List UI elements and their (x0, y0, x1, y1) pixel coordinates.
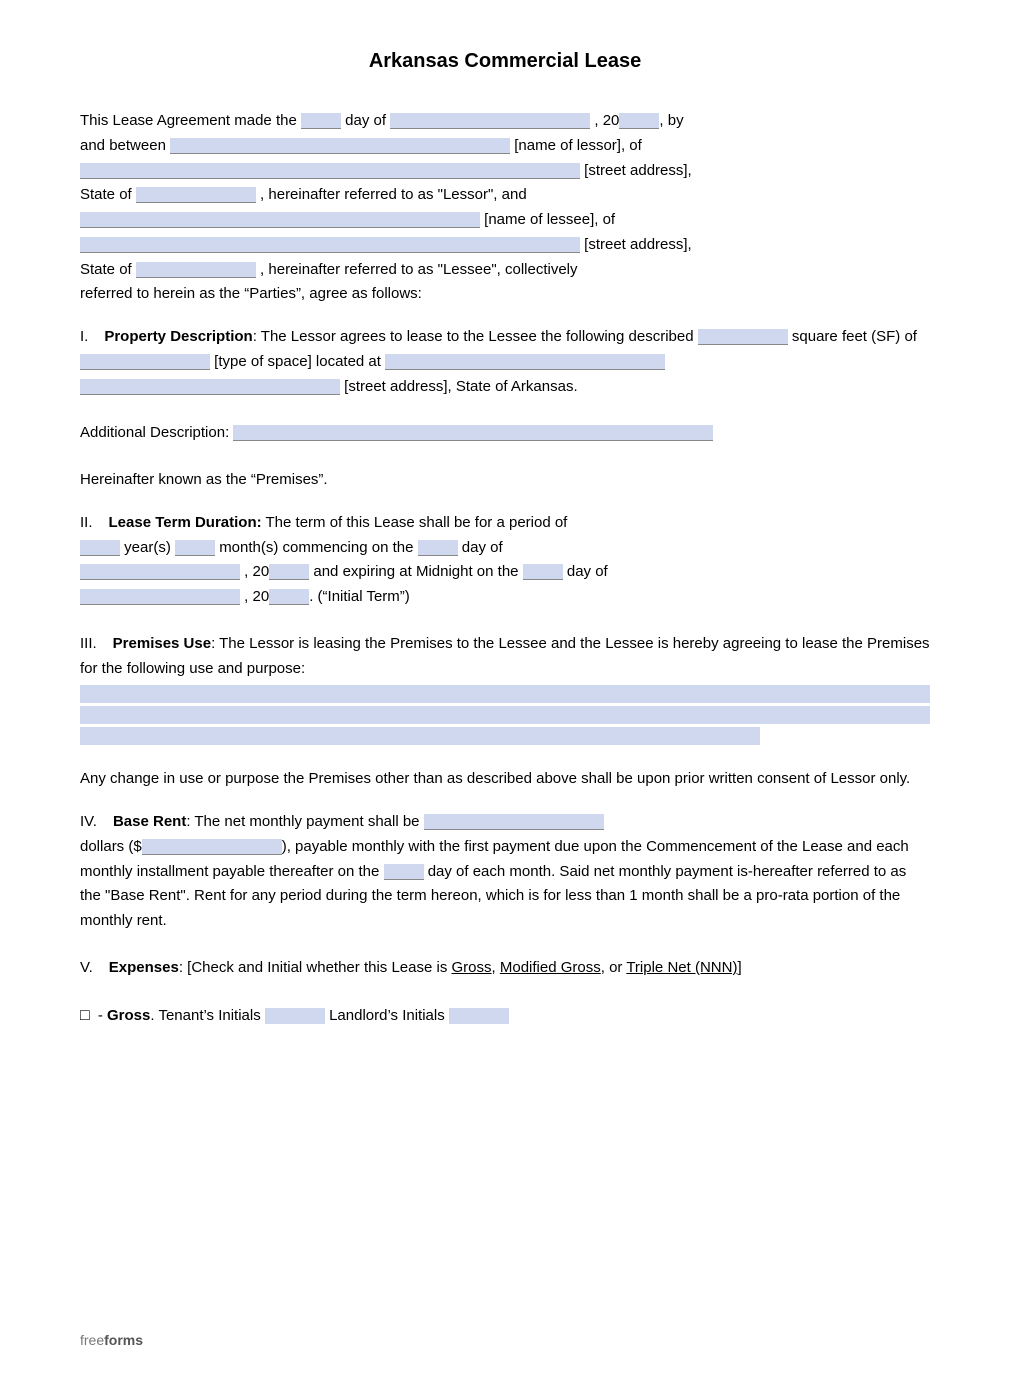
lessor-state-blank[interactable] (136, 187, 256, 203)
expire-day-of: day of (567, 563, 608, 580)
section-II: II. Lease Term Duration: The term of this… (80, 511, 930, 610)
year-prefix-2: , 20 (244, 588, 269, 605)
intro-and-between: and between (80, 137, 166, 154)
section-IV-text1: : The net monthly payment shall be (186, 813, 419, 830)
lessee-referred-text: , hereinafter referred to as "Lessee", c… (260, 261, 577, 278)
additional-description-section: Additional Description: (80, 421, 930, 446)
years-label: year(s) (124, 539, 171, 556)
location-blank[interactable] (385, 354, 665, 370)
day-of-label: day of (462, 539, 503, 556)
rent-dollar-blank[interactable] (142, 839, 282, 855)
payment-day-blank[interactable] (384, 864, 424, 880)
section-V: V. Expenses: [Check and Initial whether t… (80, 956, 930, 981)
months-blank[interactable] (175, 540, 215, 556)
footer-forms: forms (104, 1332, 143, 1348)
landlord-initials-blank[interactable] (449, 1008, 509, 1024)
street-address-label2: [street address], (584, 236, 692, 253)
footer: freeforms (80, 1332, 143, 1348)
years-blank[interactable] (80, 540, 120, 556)
modified-gross-underline: Modified Gross (500, 959, 601, 976)
section-I-num: I. (80, 328, 88, 345)
expiry-text: and expiring at Midnight on the (313, 563, 518, 580)
section-V-text4: ] (737, 959, 741, 976)
section-V-text2: , (492, 959, 496, 976)
section-III-title: Premises Use (113, 635, 211, 652)
use-blank-2[interactable] (80, 706, 930, 724)
expire-day-blank[interactable] (523, 564, 563, 580)
months-label: month(s) commencing on the (219, 539, 413, 556)
space-type-blank[interactable] (80, 354, 210, 370)
section-I: I. Property Description: The Lessor agree… (80, 325, 930, 399)
section-III: III.Premises Use: The Lessor is leasing … (80, 632, 930, 746)
document-title: Arkansas Commercial Lease (80, 50, 930, 73)
gross-dash: - (98, 1007, 107, 1024)
lessee-name-blank[interactable] (80, 212, 480, 228)
use-change-text: Any change in use or purpose the Premise… (80, 770, 910, 787)
section-V-text1: : [Check and Initial whether this Lease … (179, 959, 447, 976)
section-V-num: V. (80, 959, 93, 976)
lessor-name-blank[interactable] (170, 138, 510, 154)
section-II-title: Lease Term Duration: (109, 514, 262, 531)
year-blank[interactable] (619, 113, 659, 129)
section-IV-text2: dollars ($ (80, 838, 142, 855)
footer-free: free (80, 1332, 104, 1348)
expire-month-blank[interactable] (80, 589, 240, 605)
state-of-2: State of (80, 261, 132, 278)
use-purpose-blanks (80, 685, 930, 745)
lessee-name-label: [name of lessee], of (484, 211, 615, 228)
tenant-initials-blank[interactable] (265, 1008, 325, 1024)
use-change-para: Any change in use or purpose the Premise… (80, 767, 930, 792)
street-address-label1: [street address], (584, 162, 692, 179)
triple-net-underline: Triple Net (NNN) (626, 959, 737, 976)
landlords-initials-label: Landlord’s Initials (329, 1007, 445, 1024)
intro-year-pre: , 20 (594, 112, 619, 129)
section-II-num: II. (80, 514, 93, 531)
sqft-blank[interactable] (698, 329, 788, 345)
section-I-text4: [street address], State of Arkansas. (344, 378, 577, 395)
section-I-text3: [type of space] located at (214, 353, 381, 370)
section-I-text2: square feet (SF) of (792, 328, 917, 345)
gross-checkbox[interactable]: □ (80, 1007, 90, 1024)
premises-text: Hereinafter known as the “Premises”. (80, 471, 328, 488)
expire-year-blank[interactable] (269, 589, 309, 605)
street-address-blank[interactable] (80, 379, 340, 395)
intro-year-post: , by (659, 112, 683, 129)
additional-desc-label: Additional Description: (80, 424, 229, 441)
section-II-text1: The term of this Lease shall be for a pe… (266, 514, 568, 531)
use-blank-3[interactable] (80, 727, 760, 745)
section-I-title: Property Description (104, 328, 252, 345)
section-IV-title: Base Rent (113, 813, 186, 830)
additional-desc-blank[interactable] (233, 425, 713, 441)
tenants-initials-label: Tenant’s Initials (158, 1007, 260, 1024)
commence-day-blank[interactable] (418, 540, 458, 556)
lessor-name-label: [name of lessor], of (514, 137, 642, 154)
intro-paragraph: This Lease Agreement made the day of , 2… (80, 109, 930, 307)
gross-label: Gross (107, 1007, 150, 1024)
section-V-text3: , or (601, 959, 623, 976)
premises-known-as: Hereinafter known as the “Premises”. (80, 468, 930, 493)
commence-month-blank[interactable] (80, 564, 240, 580)
rent-amount-blank[interactable] (424, 814, 604, 830)
lessor-address-blank[interactable] (80, 163, 580, 179)
month-blank[interactable] (390, 113, 590, 129)
lessor-referred-text: , hereinafter referred to as "Lessor", a… (260, 186, 527, 203)
section-V-title: Expenses (109, 959, 179, 976)
lessee-state-blank[interactable] (136, 262, 256, 278)
initial-term-text: . (“Initial Term”) (309, 588, 410, 605)
section-I-text1: : The Lessor agrees to lease to the Less… (253, 328, 694, 345)
use-blank-1[interactable] (80, 685, 930, 703)
state-of-1: State of (80, 186, 132, 203)
commence-year-blank[interactable] (269, 564, 309, 580)
section-IV-num: IV. (80, 813, 97, 830)
day-blank[interactable] (301, 113, 341, 129)
section-III-num: III. (80, 635, 97, 652)
parties-agree-text: referred to herein as the “Parties”, agr… (80, 285, 422, 302)
section-IV: IV. Base Rent: The net monthly payment sh… (80, 810, 930, 934)
lessee-address-blank[interactable] (80, 237, 580, 253)
intro-line1-dayof: day of (345, 112, 386, 129)
gross-option-row: □ - Gross. Tenant’s Initials Landlord’s … (80, 1003, 930, 1029)
year-prefix-1: , 20 (244, 563, 269, 580)
intro-line1-pre: This Lease Agreement made the (80, 112, 297, 129)
gross-underline: Gross (452, 959, 492, 976)
